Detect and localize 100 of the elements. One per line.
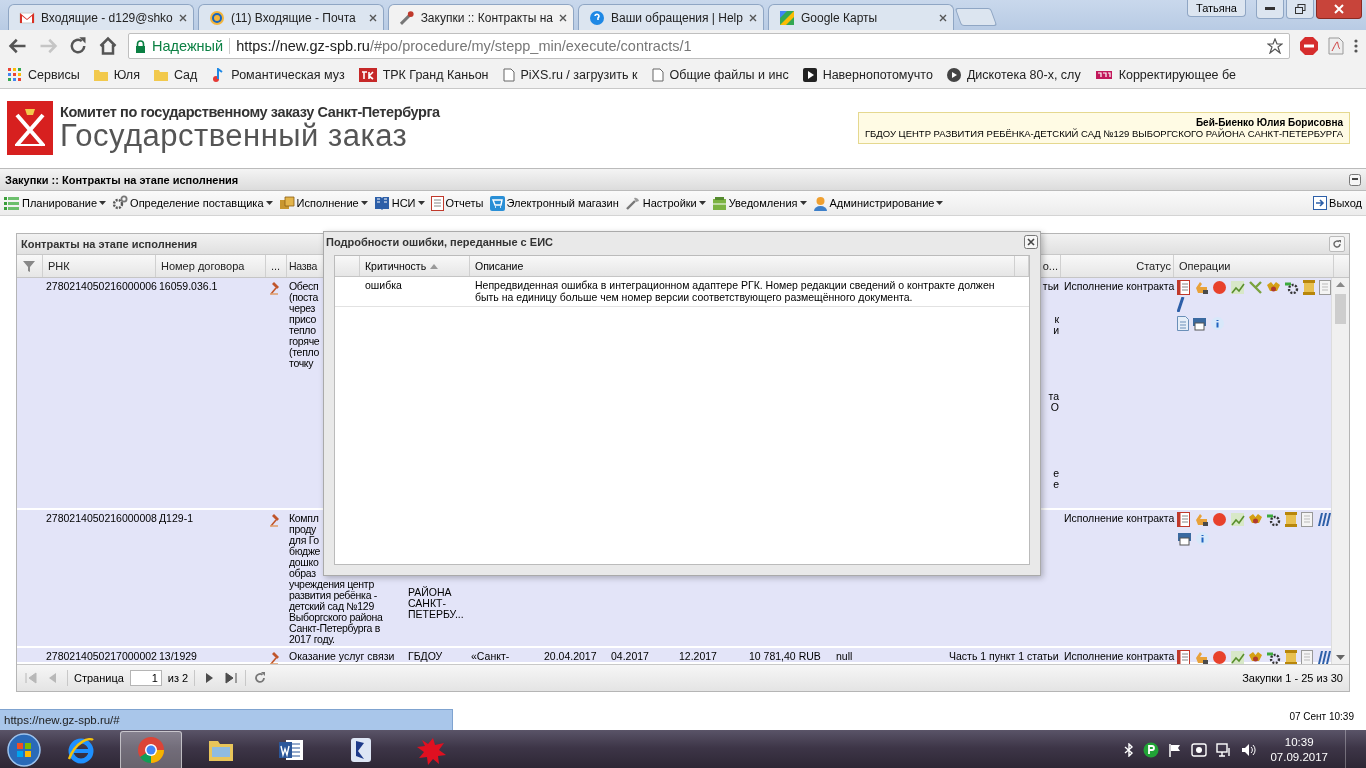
bookmark-link[interactable]: ТРК Гранд Каньон bbox=[382, 68, 489, 82]
cart-icon bbox=[489, 195, 505, 211]
menu-item[interactable]: Администрирование bbox=[812, 195, 944, 211]
menu-item[interactable]: Исполнение bbox=[278, 196, 368, 210]
profile-button[interactable]: Татьяна bbox=[1186, 0, 1246, 17]
reload-icon[interactable] bbox=[68, 36, 88, 56]
bookmark-link[interactable]: Навернопотомучто bbox=[822, 68, 933, 82]
bookmark-link[interactable]: Корректирующее бе bbox=[1118, 68, 1236, 82]
close-icon[interactable] bbox=[939, 13, 947, 22]
menu-item[interactable]: НСИ bbox=[373, 196, 425, 210]
last-page-icon[interactable] bbox=[223, 670, 240, 686]
close-button[interactable] bbox=[1316, 0, 1362, 19]
chart-icon[interactable] bbox=[1230, 280, 1245, 295]
scroll-down-icon[interactable] bbox=[1336, 655, 1345, 660]
menu-item[interactable]: Электронный магазин bbox=[489, 195, 619, 211]
scrollbar-thumb[interactable] bbox=[1335, 294, 1346, 324]
browser-tab[interactable]: (11) Входящие - Почта bbox=[198, 4, 384, 30]
table-cell-text: 20.04.2017 bbox=[543, 649, 598, 662]
box-icon bbox=[278, 196, 295, 210]
menu-item[interactable]: Уведомления bbox=[711, 195, 807, 211]
gear-icon[interactable] bbox=[1284, 280, 1299, 295]
browser-e-icon bbox=[66, 735, 96, 765]
circle-icon[interactable] bbox=[1212, 280, 1227, 295]
back-arrow-icon[interactable] bbox=[8, 36, 28, 56]
restore-button[interactable] bbox=[1286, 0, 1314, 19]
browser-tab[interactable]: Google Карты bbox=[768, 4, 954, 30]
star-icon[interactable] bbox=[1267, 38, 1283, 54]
menu-item[interactable]: Отчеты bbox=[430, 195, 484, 211]
pencil-icon[interactable] bbox=[1177, 297, 1185, 312]
address-field[interactable]: Надежный https://new.gz-spb.ru/#po/procedure/my/stepp_min/execute/contracts/1 bbox=[128, 33, 1290, 59]
filter-icon[interactable] bbox=[22, 259, 36, 273]
circle-icon[interactable] bbox=[1212, 650, 1227, 664]
bookmark-link[interactable]: Дискотека 80-х, слу bbox=[966, 68, 1081, 82]
bookmark-link[interactable]: Юля bbox=[113, 68, 140, 82]
info-icon[interactable] bbox=[1210, 316, 1225, 331]
column-header[interactable]: Операции bbox=[1174, 255, 1334, 277]
page-icon[interactable] bbox=[1319, 280, 1331, 295]
chart-icon[interactable] bbox=[1230, 650, 1245, 664]
close-icon[interactable] bbox=[369, 13, 377, 22]
bookmark-link[interactable]: Романтическая муз bbox=[231, 68, 345, 82]
browser-tab[interactable]: Закупки :: Контракты на bbox=[388, 4, 574, 30]
bookmark-link[interactable]: Общие файлы и инс bbox=[669, 68, 789, 82]
close-icon[interactable] bbox=[179, 13, 187, 22]
bookmark-link[interactable]: Сервисы bbox=[28, 68, 80, 82]
pdf-icon[interactable] bbox=[1328, 37, 1344, 55]
hand-icon[interactable] bbox=[1194, 512, 1209, 527]
books-icon[interactable] bbox=[1316, 512, 1331, 527]
menu-item[interactable]: Настройки bbox=[624, 195, 706, 211]
column-header[interactable]: Критичность bbox=[360, 256, 470, 276]
flag-icon[interactable] bbox=[1168, 743, 1183, 757]
page-icon[interactable] bbox=[1301, 512, 1313, 527]
books-icon[interactable] bbox=[1316, 650, 1331, 664]
minimize-button[interactable] bbox=[1256, 0, 1284, 19]
clock[interactable]: 10:39 07.09.2017 bbox=[1266, 735, 1336, 765]
logout-link[interactable]: Выход bbox=[1313, 196, 1362, 210]
column-header[interactable]: Описание bbox=[470, 256, 1015, 276]
device-icon[interactable] bbox=[1191, 743, 1208, 757]
printer-icon[interactable] bbox=[1177, 531, 1192, 546]
bluetooth-icon[interactable] bbox=[1124, 743, 1135, 757]
close-icon[interactable] bbox=[749, 13, 757, 22]
collapse-icon[interactable] bbox=[1349, 173, 1361, 186]
gear-icon[interactable] bbox=[1266, 650, 1281, 664]
table-cell-text: Оказание услуг связи bbox=[288, 649, 396, 662]
refresh-icon[interactable] bbox=[1329, 236, 1345, 252]
circle-icon[interactable] bbox=[1212, 512, 1227, 527]
document-icon[interactable] bbox=[1177, 512, 1191, 527]
user-organization: ГБДОУ ЦЕНТР РАЗВИТИЯ РЕБЁНКА-ДЕТСКИЙ САД №129 ВЫБОРГСКОГО РАЙОНА САНКТ-ПЕТЕРБУРГА bbox=[864, 127, 1343, 139]
column-header[interactable]: ... bbox=[266, 255, 287, 277]
volume-icon[interactable] bbox=[1241, 743, 1258, 757]
hand-icon[interactable] bbox=[1194, 280, 1209, 295]
scroll-up-icon[interactable] bbox=[1336, 282, 1345, 287]
page-field[interactable]: 1 bbox=[129, 670, 162, 686]
column-header[interactable]: Статус bbox=[1061, 255, 1174, 277]
column-header[interactable]: Номер договора bbox=[156, 255, 266, 277]
browser-tab[interactable]: Ваши обращения | Help bbox=[578, 4, 764, 30]
column-header[interactable]: РНК bbox=[43, 255, 156, 277]
menu-item[interactable]: Определение поставщика bbox=[112, 195, 273, 211]
hand-icon[interactable] bbox=[1194, 650, 1209, 664]
bookmark-link[interactable]: PiXS.ru / загрузить к bbox=[520, 68, 638, 82]
p-badge-icon[interactable] bbox=[1143, 742, 1160, 758]
gear-icon[interactable] bbox=[1266, 512, 1281, 527]
bookmark-link[interactable]: Сад bbox=[173, 68, 198, 82]
menu-icon[interactable] bbox=[1354, 38, 1358, 54]
close-icon[interactable] bbox=[1024, 235, 1038, 249]
start-button[interactable] bbox=[6, 732, 42, 768]
close-icon[interactable] bbox=[559, 13, 567, 22]
network-icon[interactable] bbox=[1216, 743, 1233, 757]
document-icon[interactable] bbox=[1177, 280, 1191, 295]
table-cell-text: 2780214050216000008 bbox=[45, 511, 158, 524]
document-icon[interactable] bbox=[1177, 316, 1189, 331]
printer-icon[interactable] bbox=[1192, 316, 1207, 331]
stop-sign-icon[interactable] bbox=[1300, 37, 1318, 55]
menu-item[interactable]: Планирование bbox=[4, 196, 107, 210]
page-icon[interactable] bbox=[1301, 650, 1313, 664]
home-icon[interactable] bbox=[98, 36, 118, 56]
chart-icon[interactable] bbox=[1230, 512, 1245, 527]
document-icon[interactable] bbox=[1177, 650, 1191, 664]
emblem-icon[interactable] bbox=[1248, 650, 1263, 664]
scrollbar[interactable] bbox=[1331, 278, 1349, 664]
browser-tab[interactable]: Входящие - d129@shko bbox=[8, 4, 194, 30]
